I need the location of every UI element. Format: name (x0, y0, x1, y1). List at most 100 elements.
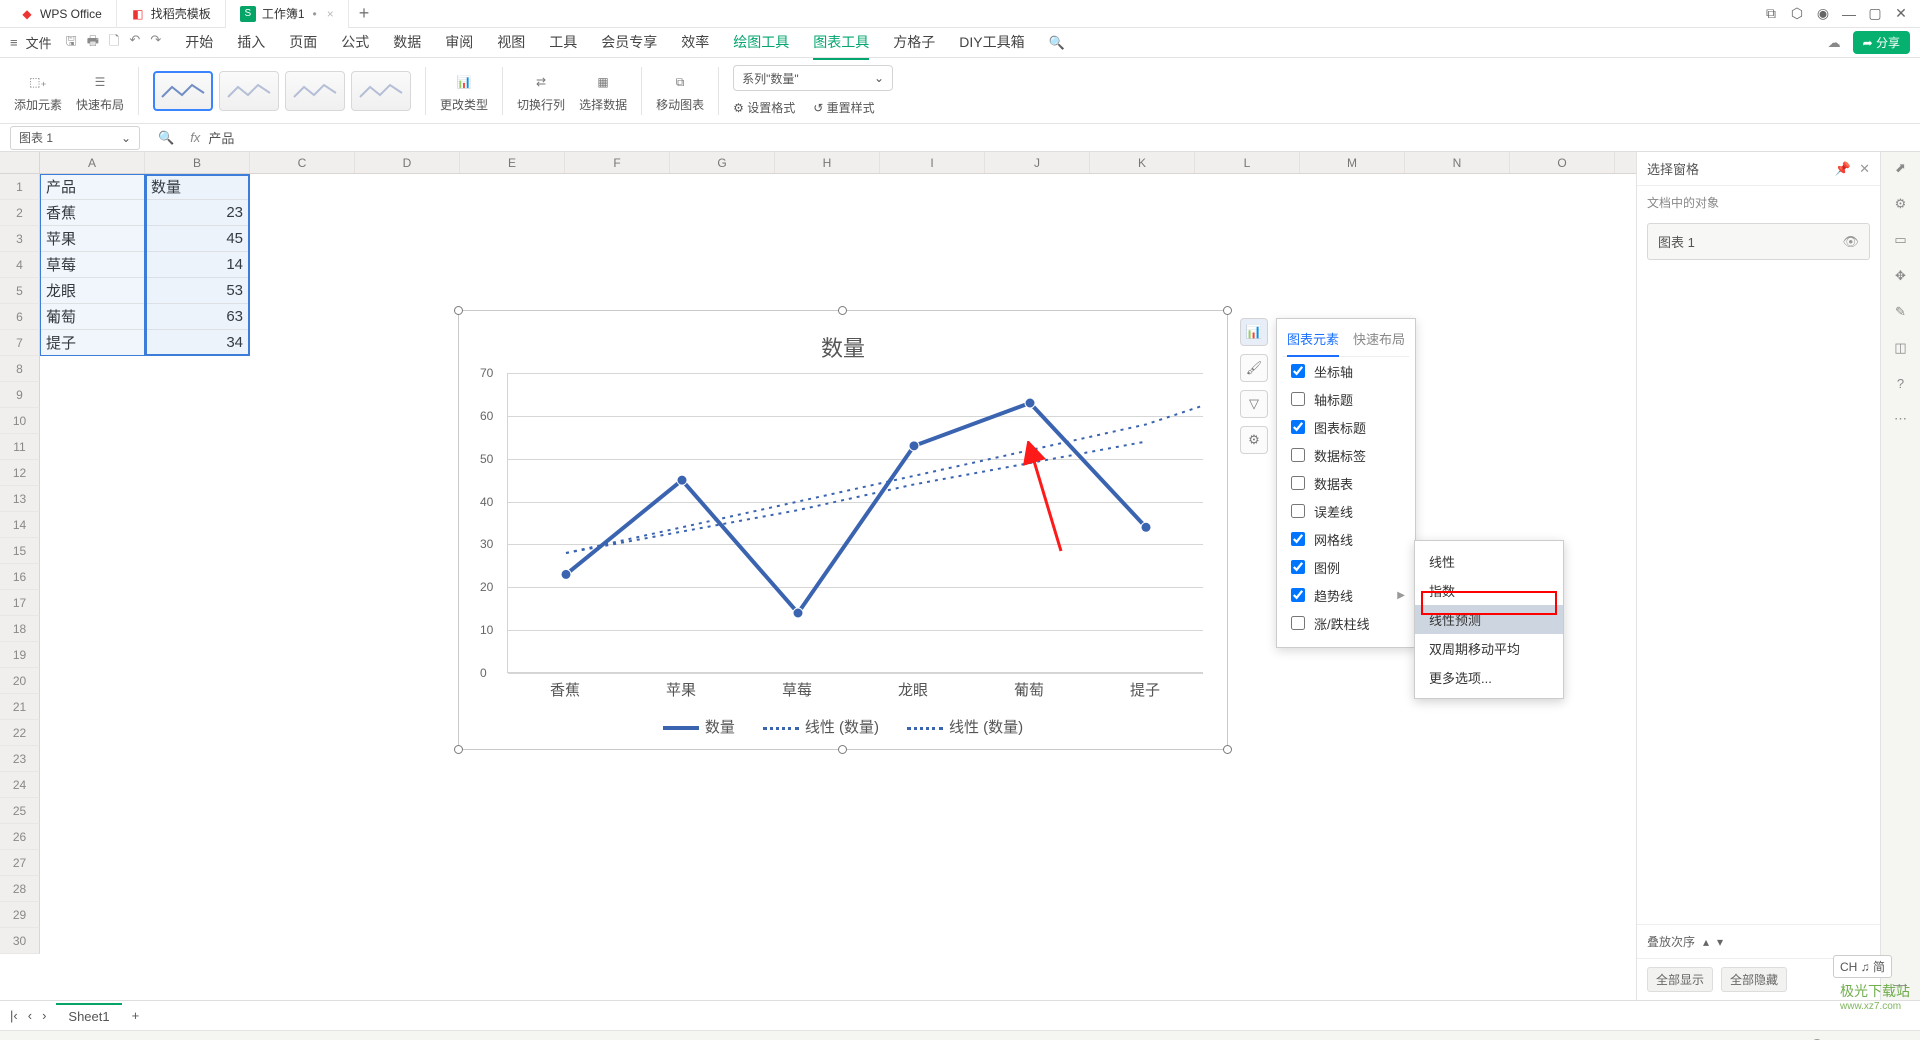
row-header[interactable]: 9 (0, 382, 40, 408)
sheet-tab[interactable]: Sheet1 (56, 1003, 121, 1028)
chart-style-4[interactable] (351, 71, 411, 111)
select-data-button[interactable]: ▦ 选择数据 (579, 68, 627, 113)
tab-start[interactable]: 开始 (185, 32, 213, 54)
column-header[interactable]: G (670, 152, 775, 173)
row-header[interactable]: 11 (0, 434, 40, 460)
chart-style-button[interactable]: 🖌 (1240, 354, 1268, 382)
tab-review[interactable]: 审阅 (445, 32, 473, 54)
options-icon[interactable]: ⚙ (1895, 196, 1907, 212)
close-window-icon[interactable]: ✕ (1888, 5, 1914, 22)
ime-indicator[interactable]: CH ♫ 简 (1833, 955, 1892, 978)
chart-filter-button[interactable]: ▽ (1240, 390, 1268, 418)
row-header[interactable]: 14 (0, 512, 40, 538)
row-header[interactable]: 16 (0, 564, 40, 590)
visibility-icon[interactable]: 👁 (1842, 234, 1859, 250)
formula-input[interactable]: 产品 (208, 128, 1920, 147)
row-header[interactable]: 8 (0, 356, 40, 382)
row-header[interactable]: 10 (0, 408, 40, 434)
crop-icon[interactable]: ◫ (1894, 340, 1906, 356)
column-header[interactable]: J (985, 152, 1090, 173)
column-header[interactable]: A (40, 152, 145, 173)
legend-entry[interactable]: 线性 (数量) (763, 716, 879, 737)
trendline-option[interactable]: 线性 (1415, 547, 1563, 576)
trendline-option[interactable]: 指数 (1415, 576, 1563, 605)
cancel-icon[interactable]: 🔍 (158, 130, 174, 146)
column-header[interactable]: E (460, 152, 565, 173)
undo-icon[interactable]: ↶ (129, 32, 140, 54)
row-header[interactable]: 13 (0, 486, 40, 512)
row-header[interactable]: 21 (0, 694, 40, 720)
app-tab-workbook[interactable]: S 工作簿1 • × (226, 0, 349, 28)
close-panel-icon[interactable]: ✕ (1859, 161, 1870, 177)
hamburger-icon[interactable]: ≡ (10, 35, 18, 50)
layers-icon[interactable]: ▭ (1894, 232, 1906, 248)
row-header[interactable]: 6 (0, 304, 40, 330)
resize-handle[interactable] (838, 745, 847, 754)
tab-tools[interactable]: 工具 (549, 32, 577, 54)
first-sheet-icon[interactable]: |‹ (10, 1008, 18, 1023)
row-header[interactable]: 15 (0, 538, 40, 564)
trendline-option[interactable]: 双周期移动平均 (1415, 634, 1563, 663)
column-header[interactable]: K (1090, 152, 1195, 173)
column-header[interactable]: I (880, 152, 985, 173)
chart-element-check[interactable]: 数据表 (1283, 469, 1409, 497)
column-header[interactable]: L (1195, 152, 1300, 173)
next-sheet-icon[interactable]: › (42, 1008, 46, 1023)
checkbox[interactable] (1291, 532, 1305, 546)
tab-data[interactable]: 数据 (393, 32, 421, 54)
chart-legend[interactable]: 数量线性 (数量)线性 (数量) (473, 716, 1213, 737)
save-icon[interactable]: 🖫 (66, 32, 77, 54)
more-icon[interactable]: ⋯ (1894, 411, 1907, 427)
legend-entry[interactable]: 数量 (663, 716, 735, 737)
tab-view[interactable]: 视图 (497, 32, 525, 54)
checkbox[interactable] (1291, 392, 1305, 406)
chart-element-check[interactable]: 涨/跌柱线 (1283, 609, 1409, 637)
tab-quick-layout[interactable]: 快速布局 (1353, 329, 1405, 348)
worksheet[interactable]: ABCDEFGHIJKLMNO 123456789101112131415161… (0, 152, 1636, 1000)
add-element-button[interactable]: ⬚₊ 添加元素 (14, 68, 62, 113)
chart-elements-button[interactable]: 📊 (1240, 318, 1268, 346)
name-box[interactable]: 图表 1 ⌄ (10, 126, 140, 150)
fx-icon[interactable]: fx (190, 130, 200, 145)
print-preview-icon[interactable]: 🗋 (109, 32, 119, 54)
row-header[interactable]: 1 (0, 174, 40, 200)
row-header[interactable]: 22 (0, 720, 40, 746)
hide-all-button[interactable]: 全部隐藏 (1721, 967, 1787, 992)
resize-handle[interactable] (838, 306, 847, 315)
row-header[interactable]: 18 (0, 616, 40, 642)
search-icon[interactable]: 🔍 (1049, 35, 1065, 51)
column-header[interactable]: D (355, 152, 460, 173)
checkbox[interactable] (1291, 560, 1305, 574)
row-header[interactable]: 29 (0, 902, 40, 928)
tab-insert[interactable]: 插入 (237, 32, 265, 54)
column-header[interactable]: F (565, 152, 670, 173)
tab-diy[interactable]: DIY工具箱 (959, 32, 1024, 54)
chart-element-check[interactable]: 轴标题 (1283, 385, 1409, 413)
chart-style-3[interactable] (285, 71, 345, 111)
row-header[interactable]: 2 (0, 200, 40, 226)
resize-handle[interactable] (1223, 306, 1232, 315)
row-header[interactable]: 23 (0, 746, 40, 772)
resize-handle[interactable] (454, 745, 463, 754)
move-chart-button[interactable]: ⧉ 移动图表 (656, 68, 704, 113)
select-all-corner[interactable] (0, 152, 40, 173)
row-header[interactable]: 12 (0, 460, 40, 486)
chart-element-check[interactable]: 趋势线▶ (1283, 581, 1409, 609)
row-header[interactable]: 24 (0, 772, 40, 798)
tab-page[interactable]: 页面 (289, 32, 317, 54)
quick-layout-button[interactable]: ☰ 快速布局 (76, 68, 124, 113)
series-selector[interactable]: 系列"数量" ⌄ (733, 65, 893, 91)
checkbox[interactable] (1291, 504, 1305, 518)
row-header[interactable]: 5 (0, 278, 40, 304)
checkbox[interactable] (1291, 364, 1305, 378)
row-header[interactable]: 20 (0, 668, 40, 694)
chart-element-check[interactable]: 误差线 (1283, 497, 1409, 525)
show-all-button[interactable]: 全部显示 (1647, 967, 1713, 992)
chart-style-1[interactable] (153, 71, 213, 111)
embedded-chart[interactable]: 数量 010203040506070 香蕉苹果草莓龙眼葡萄提子 数量线性 (数量… (458, 310, 1228, 750)
trendline-option[interactable]: 更多选项... (1415, 663, 1563, 692)
column-header[interactable]: N (1405, 152, 1510, 173)
send-backward-icon[interactable]: ▾ (1717, 935, 1723, 949)
new-tab-button[interactable]: + (349, 3, 380, 24)
column-header[interactable]: M (1300, 152, 1405, 173)
